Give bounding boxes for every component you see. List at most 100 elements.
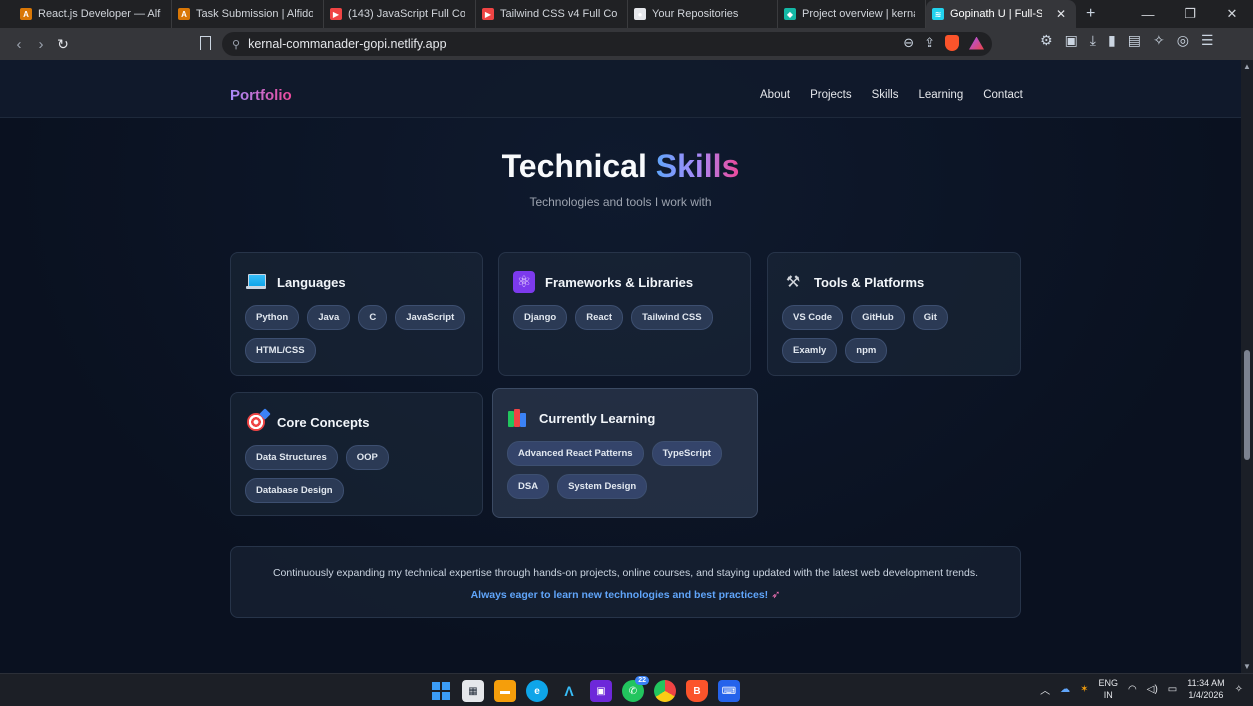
- rocket-icon: ➶: [771, 589, 781, 601]
- tray-app-icon[interactable]: ✶: [1080, 684, 1088, 695]
- site-logo[interactable]: Portfolio: [230, 87, 292, 104]
- skill-chip: VS Code: [782, 305, 844, 330]
- volume-icon[interactable]: ◁): [1147, 684, 1158, 695]
- section-title: Technical Skills: [0, 148, 1241, 185]
- vscode-icon[interactable]: ⌨: [718, 680, 740, 702]
- card-title: Core Concepts: [277, 414, 370, 430]
- clock-date: 1/4/2026: [1188, 690, 1224, 700]
- browser-tab[interactable]: ▶ Tailwind CSS v4 Full Cours: [476, 0, 628, 28]
- tab-title: Tailwind CSS v4 Full Cours: [500, 8, 617, 20]
- nav-learning[interactable]: Learning: [918, 89, 963, 101]
- browser-tab[interactable]: A Task Submission | Alfido Te: [172, 0, 324, 28]
- scroll-up-icon[interactable]: ▲: [1243, 62, 1251, 71]
- lang-bottom: IN: [1103, 690, 1113, 700]
- browser-tab[interactable]: ● Your Repositories: [628, 0, 778, 28]
- new-tab-button[interactable]: +: [1086, 5, 1095, 23]
- tab-title: Project overview | kernal-c: [802, 8, 915, 20]
- nav-skills[interactable]: Skills: [872, 89, 899, 101]
- battery-icon[interactable]: ▭: [1168, 684, 1177, 695]
- vpn-icon[interactable]: ◎: [1177, 32, 1189, 49]
- info-accent: Always eager to learn new technologies a…: [231, 588, 1020, 601]
- bookmark-icon[interactable]: [200, 36, 211, 50]
- skill-chip: System Design: [557, 474, 648, 499]
- download-icon[interactable]: ⤓: [1090, 32, 1096, 49]
- reload-icon[interactable]: ↻: [52, 36, 74, 53]
- card-title: Tools & Platforms: [814, 274, 925, 290]
- nav-contact[interactable]: Contact: [983, 89, 1023, 101]
- edge-icon[interactable]: e: [526, 680, 548, 702]
- atom-icon: ⚛: [513, 271, 535, 293]
- windows-taskbar: ▦ ▬ e Λ ▣ ✆ 22 B ⌨ ︿ ☁ ✶ ENG IN ◠ ◁) ▭ 11…: [0, 673, 1253, 706]
- tab-title: (143) JavaScript Full Cours: [348, 8, 465, 20]
- azure-icon[interactable]: Λ: [558, 680, 580, 702]
- forward-icon[interactable]: ›: [30, 36, 52, 53]
- tab-title: Gopinath U | Full-Stac: [950, 8, 1042, 20]
- url-text: kernal-commanader-gopi.netlify.app: [248, 37, 447, 51]
- language-indicator[interactable]: ENG IN: [1099, 677, 1119, 701]
- tab-title: React.js Developer — Alfid: [38, 8, 161, 20]
- chevron-up-icon[interactable]: ︿: [1040, 682, 1050, 697]
- leo-icon[interactable]: ✧: [1153, 32, 1165, 49]
- back-icon[interactable]: ‹: [8, 36, 30, 53]
- wifi-icon[interactable]: ◠: [1128, 684, 1137, 695]
- browser-tab-strip: A React.js Developer — Alfid A Task Submiss…: [0, 0, 1253, 28]
- whatsapp-icon[interactable]: ✆ 22: [622, 676, 649, 702]
- address-bar[interactable]: ⚲ kernal-commanader-gopi.netlify.app ⊖ ⇪: [222, 32, 992, 56]
- close-window-icon[interactable]: ✕: [1211, 6, 1253, 22]
- browser-tab[interactable]: ▶ (143) JavaScript Full Cours: [324, 0, 476, 28]
- file-explorer-icon[interactable]: ▬: [494, 680, 516, 702]
- skill-chip: Data Structures: [245, 445, 338, 470]
- close-tab-icon[interactable]: ✕: [1056, 7, 1066, 21]
- card-title: Languages: [277, 274, 346, 290]
- chip-list: Data Structures OOP Database Design: [245, 445, 468, 503]
- card-frameworks: ⚛ Frameworks & Libraries Django React Tail…: [498, 252, 751, 376]
- screenshot-icon[interactable]: ▣: [1065, 32, 1078, 49]
- scroll-down-icon[interactable]: ▼: [1243, 662, 1251, 671]
- zoom-icon[interactable]: ⊖: [903, 35, 914, 51]
- browser-tab[interactable]: ◆ Project overview | kernal-c: [778, 0, 926, 28]
- menu-icon[interactable]: ☰: [1201, 32, 1214, 49]
- share-icon[interactable]: ⇪: [924, 35, 935, 51]
- brave-browser-icon[interactable]: B: [686, 680, 708, 702]
- chrome-icon[interactable]: [654, 680, 676, 702]
- browser-tab[interactable]: ≋ Gopinath U | Full-Stac ✕: [926, 0, 1076, 28]
- skill-chip: TypeScript: [651, 441, 722, 466]
- skill-chip: HTML/CSS: [245, 338, 316, 363]
- wallet-icon[interactable]: ▤: [1128, 32, 1141, 49]
- system-tray: ︿ ☁ ✶ ENG IN ◠ ◁) ▭ 11:34 AM 1/4/2026 ✧: [1040, 677, 1243, 701]
- notifications-icon[interactable]: ✧: [1235, 684, 1243, 695]
- skill-chip: Examly: [782, 338, 838, 363]
- nav-links: About Projects Skills Learning Contact: [760, 89, 1023, 101]
- section-subtitle: Technologies and tools I work with: [529, 195, 712, 209]
- skill-chip: Advanced React Patterns: [507, 441, 644, 466]
- chip-list: VS Code GitHub Git Examly npm: [782, 305, 1006, 363]
- sidebar-icon[interactable]: ▮: [1108, 32, 1116, 49]
- onedrive-icon[interactable]: ☁: [1060, 684, 1070, 695]
- card-title: Frameworks & Libraries: [545, 274, 694, 290]
- laptop-icon: [246, 274, 266, 290]
- site-info-icon[interactable]: ⚲: [232, 38, 240, 51]
- brave-shields-icon[interactable]: [945, 35, 959, 51]
- skill-chip: Python: [245, 305, 300, 330]
- vpn-app-icon[interactable]: ▣: [590, 680, 612, 702]
- nav-about[interactable]: About: [760, 89, 790, 101]
- restore-icon[interactable]: ❐: [1169, 6, 1211, 22]
- scrollbar-thumb[interactable]: [1244, 350, 1250, 460]
- tab-title: Your Repositories: [652, 8, 739, 20]
- minimize-icon[interactable]: —: [1127, 7, 1169, 22]
- nav-projects[interactable]: Projects: [810, 89, 852, 101]
- title-accent: Skills: [655, 148, 740, 184]
- page-scrollbar[interactable]: ▲ ▼: [1241, 60, 1253, 673]
- browser-tab[interactable]: A React.js Developer — Alfid: [14, 0, 172, 28]
- tab-favicon-icon: A: [178, 8, 190, 20]
- tab-favicon-icon: A: [20, 8, 32, 20]
- info-text: Continuously expanding my technical expe…: [272, 567, 979, 579]
- skill-chip: Tailwind CSS: [631, 305, 713, 330]
- extensions-icon[interactable]: ⚙: [1040, 32, 1053, 49]
- brave-rewards-icon[interactable]: [969, 36, 984, 50]
- widgets-icon[interactable]: ▦: [462, 680, 484, 702]
- windows-start-icon[interactable]: [430, 680, 452, 702]
- clock[interactable]: 11:34 AM 1/4/2026: [1187, 677, 1224, 701]
- lang-top: ENG: [1098, 678, 1119, 688]
- skill-chip: DSA: [507, 474, 550, 499]
